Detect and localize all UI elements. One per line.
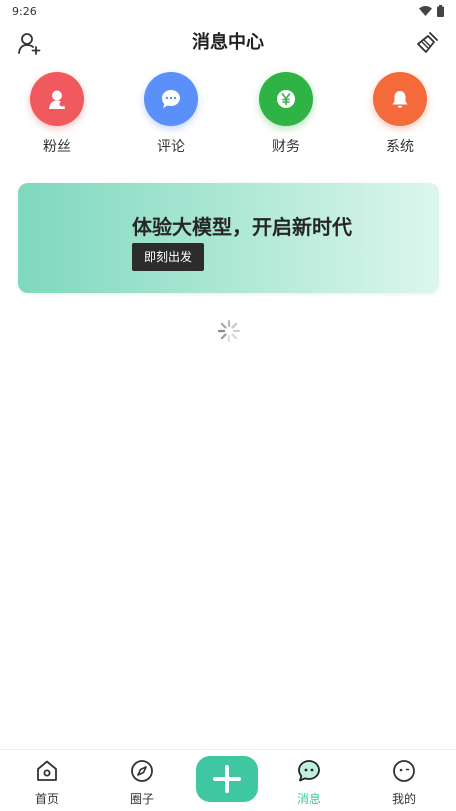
category-fans[interactable]: 粉丝 <box>17 72 97 156</box>
category-row: 粉丝 评论 财务 系统 <box>0 72 456 162</box>
nav-profile[interactable]: 我的 <box>369 758 439 807</box>
header: 消息中心 <box>0 22 456 62</box>
category-label: 系统 <box>386 139 414 155</box>
wifi-icon <box>419 6 432 16</box>
nav-label: 我的 <box>391 792 416 806</box>
banner-start-button[interactable]: 即刻出发 <box>132 243 205 271</box>
nav-messages[interactable]: 消息 <box>274 758 344 807</box>
nav-home[interactable]: 首页 <box>12 758 82 807</box>
ai-model-banner[interactable]: 体验大模型，开启新时代 即刻出发 <box>18 183 439 293</box>
status-time: 9:26 <box>12 4 37 18</box>
profile-face-icon <box>393 760 415 782</box>
nav-label: 消息 <box>296 792 321 806</box>
message-icon <box>298 760 320 782</box>
category-system[interactable]: 系统 <box>360 72 440 156</box>
loading-spinner-icon <box>217 319 241 343</box>
category-label: 粉丝 <box>43 139 71 155</box>
message-center-page: 9:26 消息中心 粉丝 评论 财务 系统 体验大模型，开启新时代 即刻出发 首… <box>0 0 456 811</box>
category-label: 评论 <box>157 139 185 155</box>
banner-title: 体验大模型，开启新时代 <box>132 215 352 239</box>
finance-icon-bg <box>259 72 313 126</box>
nav-label: 首页 <box>34 792 59 806</box>
nav-circle[interactable]: 圈子 <box>107 758 177 807</box>
status-icons <box>419 5 444 17</box>
fans-icon-bg <box>30 72 84 126</box>
category-comments[interactable]: 评论 <box>131 72 211 156</box>
status-bar: 9:26 <box>0 0 456 22</box>
publish-button[interactable] <box>196 756 258 802</box>
broom-icon[interactable] <box>414 30 440 56</box>
user-icon <box>49 90 65 109</box>
bell-icon <box>392 91 408 108</box>
home-icon <box>37 760 57 781</box>
chat-bubble-icon <box>162 90 180 108</box>
category-label: 财务 <box>272 139 300 155</box>
system-icon-bg <box>373 72 427 126</box>
page-title: 消息中心 <box>192 32 264 53</box>
bottom-nav: 首页 圈子 消息 我的 <box>0 749 456 811</box>
plus-icon <box>213 765 241 793</box>
category-finance[interactable]: 财务 <box>246 72 326 156</box>
battery-icon <box>437 5 444 17</box>
comments-icon-bg <box>144 72 198 126</box>
yen-coin-icon <box>277 90 295 108</box>
nav-label: 圈子 <box>129 792 154 806</box>
compass-icon <box>131 760 153 782</box>
